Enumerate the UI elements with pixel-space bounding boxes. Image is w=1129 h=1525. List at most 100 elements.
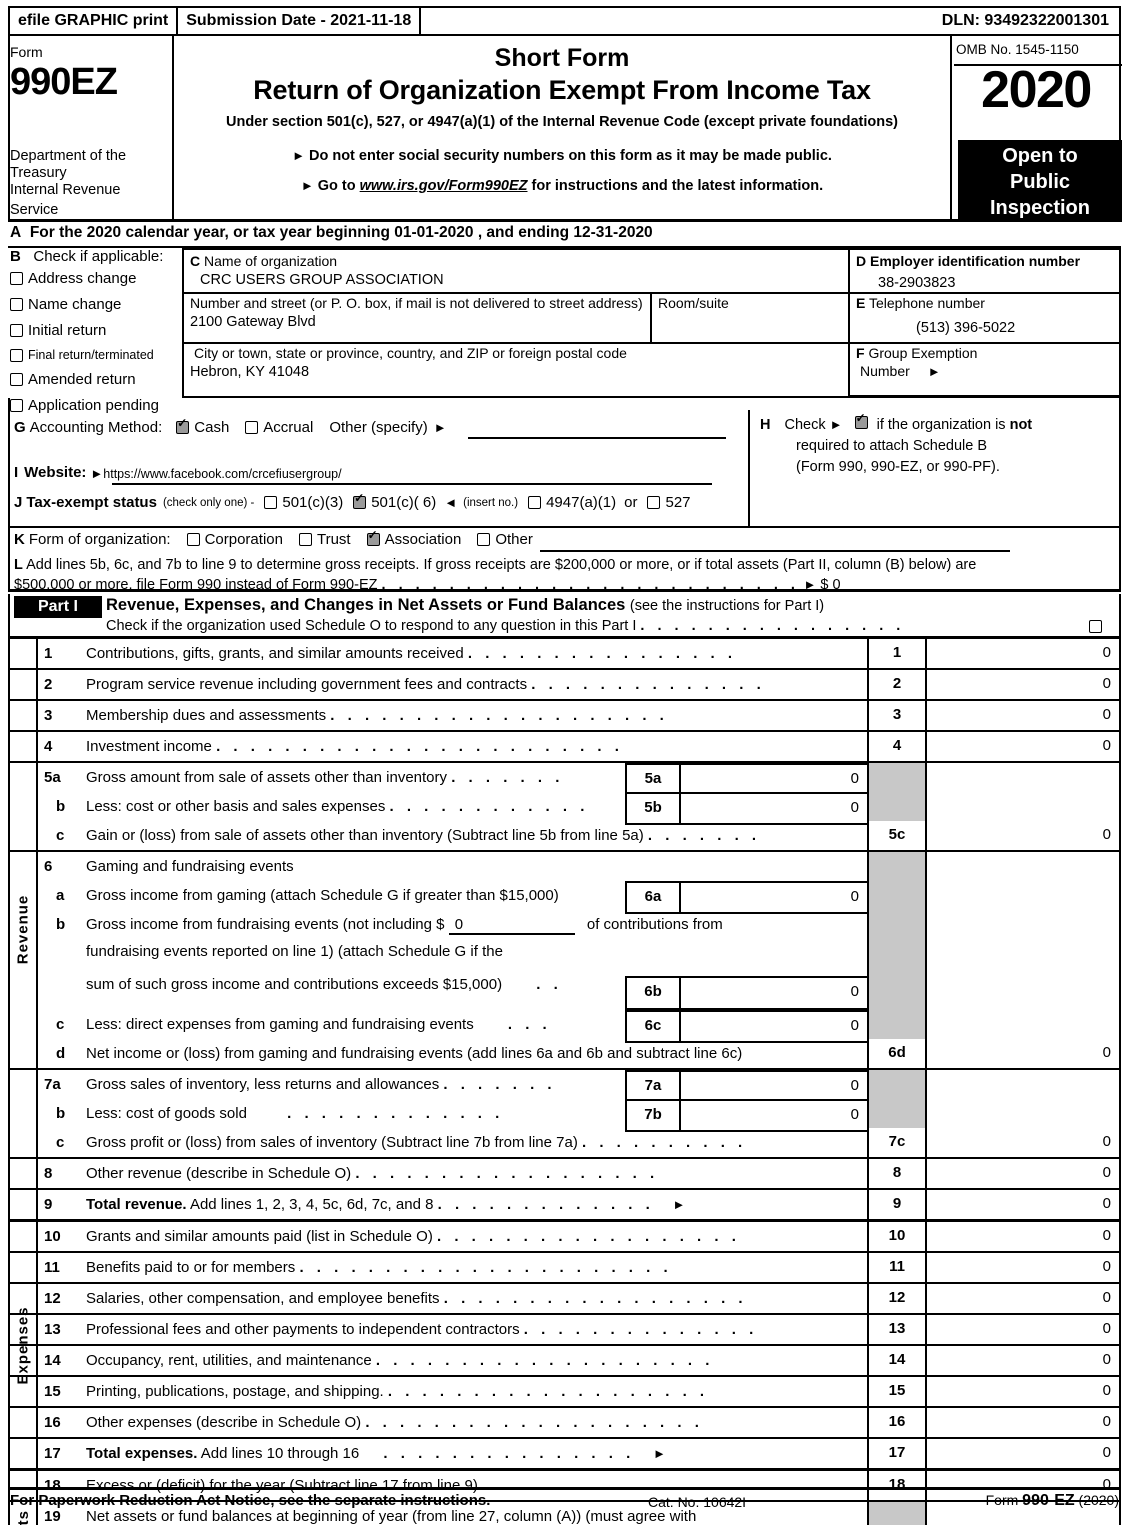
irs-form-link[interactable]: www.irs.gov/Form990EZ (360, 178, 528, 194)
checkbox-icon[interactable] (10, 324, 23, 337)
line-l-gross-receipts: L Add lines 5b, 6c, and 7b to line 9 to … (14, 556, 1114, 595)
amount-value[interactable]: 0 (927, 1284, 1119, 1313)
line-h-text-3: (Form 990, 990-EZ, or 990-PF). (796, 459, 1000, 476)
checkbox-4947a1-icon[interactable] (528, 496, 542, 509)
amount-value[interactable]: 0 (927, 1159, 1119, 1188)
amount-value[interactable]: 0 (927, 1039, 1119, 1068)
checkbox-icon[interactable] (10, 373, 23, 386)
sub-amount-value[interactable]: 0 (681, 883, 867, 912)
triangle-bullet-icon-6: ► (90, 466, 104, 481)
checkbox-schedule-o-icon[interactable] (1089, 620, 1102, 633)
row-body: 15 Printing, publications, postage, and … (10, 1377, 1119, 1406)
sub-amount-value[interactable]: 0 (681, 1012, 867, 1041)
open-line-2: Public (1009, 171, 1070, 193)
efile-print-label: efile GRAPHIC print (10, 8, 179, 34)
table-row: c Gain or (loss) from sale of assets oth… (10, 821, 1119, 850)
footer-divider (8, 1487, 1121, 1490)
leader-dots: . . . . . . . . . . . . . . . . . . (355, 1165, 659, 1182)
checkbox-final-return[interactable]: Final return/terminated (10, 348, 182, 362)
leader-dots: . . . . . . . (451, 769, 564, 786)
amount-value[interactable]: 0 (927, 1253, 1119, 1282)
sub-amount-value[interactable]: 0 (681, 1072, 867, 1101)
line-text: Total revenue. Add lines 1, 2, 3, 4, 5c,… (86, 1196, 685, 1213)
row-body: 16 Other expenses (describe in Schedule … (10, 1408, 1119, 1437)
sub-amount-value[interactable]: 0 (681, 978, 867, 1008)
line-text: Grants and similar amounts paid (list in… (86, 1228, 740, 1245)
block-f-letter: F (856, 345, 865, 361)
form-word: Form (10, 44, 43, 60)
checkbox-501c6-icon[interactable] (353, 492, 367, 509)
checkbox-icon[interactable] (10, 348, 23, 362)
checkbox-527-icon[interactable] (647, 496, 661, 509)
checkbox-association-icon[interactable] (366, 529, 380, 546)
line-text-label: Other revenue (describe in Schedule O) (86, 1165, 352, 1182)
checkbox-501c3-icon[interactable] (264, 496, 278, 509)
amount-value[interactable]: 0 (927, 1128, 1119, 1157)
footer-form-word: Form (985, 1492, 1019, 1508)
row-body: b Less: cost or other basis and sales ex… (10, 792, 1119, 825)
amount-column (867, 763, 1119, 792)
footer-left-text: For Paperwork Reduction Act Notice, see … (10, 1492, 491, 1509)
checkbox-icon[interactable] (10, 272, 23, 285)
line-i-website-value[interactable]: https://www.facebook.com/crcefiusergroup… (103, 467, 341, 481)
amount-column: 13 0 (867, 1315, 1119, 1344)
open-to-public-inspection-badge: Open to Public Inspection (958, 140, 1122, 222)
checkbox-final-return-label: Final return/terminated (28, 348, 154, 362)
amount-column (867, 910, 1119, 1010)
row-body: a Gross income from gaming (attach Sched… (10, 881, 1119, 914)
amount-value[interactable]: 0 (927, 1377, 1119, 1406)
shaded-cell (867, 1502, 927, 1525)
checkbox-cash-icon[interactable] (176, 417, 190, 434)
line-i-label: Website: (24, 464, 87, 481)
line-l-row-1: L Add lines 5b, 6c, and 7b to line 9 to … (14, 556, 1114, 576)
amount-value[interactable]: 0 (927, 1222, 1119, 1251)
line-6b-inline-value[interactable]: 0 (448, 916, 575, 935)
checkbox-name-change[interactable]: Name change (10, 296, 182, 313)
amount-value-empty (927, 763, 1119, 792)
checkbox-amended-return[interactable]: Amended return (10, 371, 182, 388)
checkbox-schedule-b-icon[interactable] (854, 412, 868, 429)
amount-value[interactable]: 0 (927, 639, 1119, 668)
sub-amount-column: 7a 0 (625, 1070, 867, 1101)
shaded-cell (867, 763, 927, 792)
line-19-text-1: Net assets or fund balances at beginning… (86, 1508, 697, 1525)
checkbox-initial-return[interactable]: Initial return (10, 322, 182, 339)
line-text: Membership dues and assessments . . . . … (86, 707, 668, 724)
amount-value[interactable]: 0 (927, 670, 1119, 699)
amount-value[interactable]: 0 (927, 1408, 1119, 1437)
instruction-bullet-2-pre: Go to (317, 178, 356, 194)
leader-dots: . . . . . . . . . . . . . . . . (467, 645, 737, 662)
sub-amount-value[interactable]: 0 (681, 765, 867, 794)
sub-amount-value[interactable]: 0 (681, 1101, 867, 1130)
line-number: 4 (44, 738, 53, 755)
checkbox-accrual-icon[interactable] (245, 421, 259, 434)
open-line-3: Inspection (989, 197, 1090, 219)
amount-value[interactable]: 0 (927, 732, 1119, 761)
row-body: 9 Total revenue. Add lines 1, 2, 3, 4, 5… (10, 1190, 1119, 1219)
efile-header-strip: efile GRAPHIC print Submission Date - 20… (8, 6, 1121, 36)
checkbox-other-org-icon[interactable] (477, 533, 491, 546)
instruction-bullet-1: ► Do not enter social security numbers o… (176, 148, 948, 164)
line-l-text-1: Add lines 5b, 6c, and 7b to line 9 to de… (26, 557, 977, 573)
amount-value[interactable]: 0 (927, 1190, 1119, 1219)
line-number: 15 (44, 1383, 61, 1400)
checkbox-icon[interactable] (10, 298, 23, 311)
amount-value[interactable]: 0 (927, 1315, 1119, 1344)
line-number: 13 (44, 1321, 61, 1338)
sub-amount-value[interactable]: 0 (681, 794, 867, 823)
amount-line-tag: 1 (867, 639, 927, 668)
amount-value[interactable]: 0 (927, 1439, 1119, 1468)
amount-value[interactable]: 0 (927, 701, 1119, 730)
line-number: 11 (44, 1259, 60, 1276)
line-j-letter: J (14, 494, 23, 511)
checkbox-corporation-icon[interactable] (186, 533, 200, 546)
amount-value[interactable]: 0 (927, 821, 1119, 850)
checkbox-address-change[interactable]: Address change (10, 270, 182, 287)
amount-column: 4 0 (867, 732, 1119, 761)
row-body: 4 Investment income . . . . . . . . . . … (10, 732, 1119, 761)
table-row: 13 Professional fees and other payments … (10, 1313, 1119, 1344)
amount-value[interactable]: 0 (927, 1346, 1119, 1375)
line-l-value: $ 0 (820, 576, 841, 593)
checkbox-trust-icon[interactable] (298, 533, 312, 546)
part1-title: Revenue, Expenses, and Changes in Net As… (106, 596, 824, 615)
